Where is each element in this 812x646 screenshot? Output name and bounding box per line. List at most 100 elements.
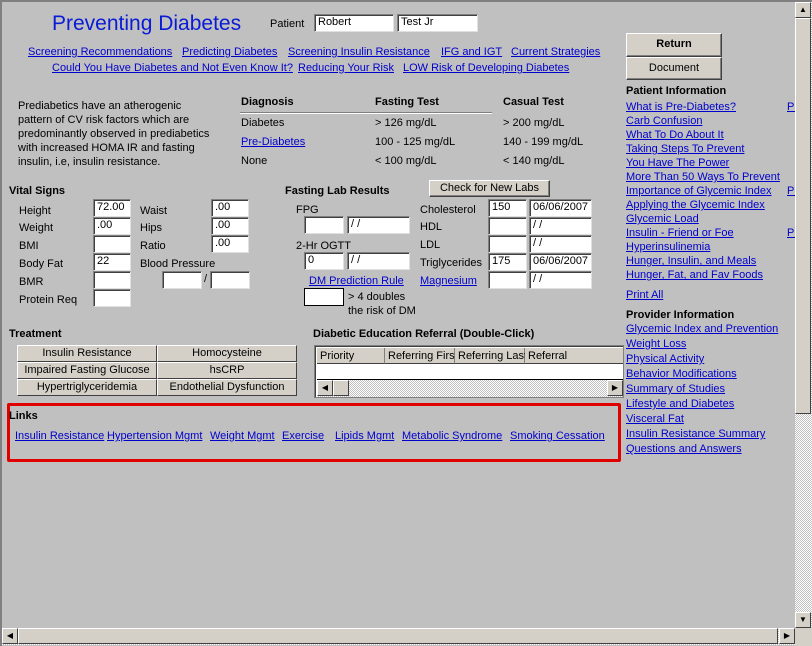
provider-link[interactable]: Questions and Answers — [626, 443, 742, 455]
bmi-field[interactable] — [93, 235, 131, 253]
bp-diastolic-field[interactable] — [210, 271, 250, 289]
link-weight-mgmt[interactable]: Weight Mgmt — [210, 430, 275, 442]
patient-information-title: Patient Information — [626, 85, 727, 97]
treatment-hscrp[interactable]: hsCRP — [157, 362, 297, 379]
link-predicting-diabetes[interactable]: Predicting Diabetes — [182, 46, 277, 58]
cholesterol-field[interactable]: 150 — [488, 199, 527, 217]
scroll-right-icon[interactable]: ▶ — [779, 628, 795, 644]
bp-separator: / — [204, 273, 208, 285]
hips-field[interactable]: .00 — [211, 217, 249, 235]
links-title: Links — [9, 410, 38, 422]
fpg-date-field[interactable]: / / — [347, 216, 410, 234]
referral-hscrollbar[interactable]: ◀ ▶ — [317, 379, 623, 397]
link-smoking-cessation[interactable]: Smoking Cessation — [510, 430, 605, 442]
patient-link[interactable]: Applying the Glycemic Index — [626, 199, 765, 211]
scroll-thumb[interactable] — [333, 380, 349, 396]
triglycerides-field[interactable]: 175 — [488, 253, 527, 271]
weight-field[interactable]: .00 — [93, 217, 131, 235]
link-current-strategies[interactable]: Current Strategies — [511, 46, 600, 58]
treatment-homocysteine[interactable]: Homocysteine — [157, 345, 297, 362]
hdl-field[interactable] — [488, 217, 527, 235]
treatment-impaired-fasting-glucose[interactable]: Impaired Fasting Glucose — [17, 362, 157, 379]
provider-link[interactable]: Glycemic Index and Prevention — [626, 323, 778, 335]
provider-link[interactable]: Visceral Fat — [626, 413, 684, 425]
column-referral[interactable]: Referral — [525, 348, 623, 364]
patient-last-name-field[interactable]: Test Jr — [397, 14, 478, 32]
patient-link[interactable]: More Than 50 Ways To Prevent — [626, 171, 780, 183]
scroll-right-icon[interactable]: ▶ — [607, 380, 623, 396]
magnesium-link[interactable]: Magnesium — [420, 275, 477, 287]
diagnosis-cell: Diabetes — [241, 117, 285, 129]
patient-link[interactable]: Taking Steps To Prevent — [626, 143, 744, 155]
patient-link[interactable]: Importance of Glycemic Index — [626, 185, 772, 197]
dm-prediction-rule-link[interactable]: DM Prediction Rule — [309, 275, 404, 287]
bp-systolic-field[interactable] — [162, 271, 202, 289]
provider-information-title: Provider Information — [626, 309, 735, 321]
dm-prediction-field[interactable] — [304, 288, 344, 306]
patient-first-name-field[interactable]: Robert — [314, 14, 394, 32]
patient-link[interactable]: Hyperinsulinemia — [626, 241, 710, 253]
treatment-hypertriglyceridemia[interactable]: Hypertriglyceridemia — [17, 379, 157, 396]
scroll-down-icon[interactable]: ▼ — [795, 612, 811, 628]
provider-link[interactable]: Insulin Resistance Summary — [626, 428, 765, 440]
column-referring-first[interactable]: Referring First — [385, 348, 458, 364]
link-low-risk[interactable]: LOW Risk of Developing Diabetes — [403, 62, 569, 74]
treatment-insulin-resistance[interactable]: Insulin Resistance — [17, 345, 157, 362]
waist-field[interactable]: .00 — [211, 199, 249, 217]
column-referring-last[interactable]: Referring Last — [455, 348, 527, 364]
scroll-left-icon[interactable]: ◀ — [2, 628, 18, 644]
patient-link[interactable]: Glycemic Load — [626, 213, 699, 225]
height-field[interactable]: 72.00 — [93, 199, 131, 217]
vertical-scroll-thumb[interactable] — [795, 18, 811, 414]
scroll-up-icon[interactable]: ▲ — [795, 2, 811, 18]
pre-diabetes-link[interactable]: Pre-Diabetes — [241, 136, 305, 148]
link-exercise[interactable]: Exercise — [282, 430, 324, 442]
link-reducing-risk[interactable]: Reducing Your Risk — [298, 62, 394, 74]
return-button[interactable]: Return — [626, 33, 722, 57]
provider-link[interactable]: Summary of Studies — [626, 383, 725, 395]
patient-link[interactable]: What is Pre-Diabetes? — [626, 101, 736, 113]
document-button[interactable]: Document — [626, 57, 722, 80]
link-metabolic-syndrome[interactable]: Metabolic Syndrome — [402, 430, 502, 442]
link-screening-recommendations[interactable]: Screening Recommendations — [28, 46, 172, 58]
print-all-link[interactable]: Print All — [626, 289, 663, 301]
referral-grid[interactable]: Priority Referring First Referring Last … — [314, 345, 624, 398]
provider-link[interactable]: Lifestyle and Diabetes — [626, 398, 734, 410]
treatment-endothelial-dysfunction[interactable]: Endothelial Dysfunction — [157, 379, 297, 396]
scroll-left-icon[interactable]: ◀ — [317, 380, 333, 396]
body-fat-field[interactable]: 22 — [93, 253, 131, 271]
link-ifg-igt[interactable]: IFG and IGT — [441, 46, 502, 58]
ldl-field[interactable] — [488, 235, 527, 253]
cholesterol-date-field[interactable]: 06/06/2007 — [529, 199, 592, 217]
protein-field[interactable] — [93, 289, 131, 307]
link-insulin-resistance[interactable]: Insulin Resistance — [15, 430, 104, 442]
fpg-field[interactable] — [304, 216, 344, 234]
link-screening-insulin-resistance[interactable]: Screening Insulin Resistance — [288, 46, 430, 58]
link-hypertension-mgmt[interactable]: Hypertension Mgmt — [107, 430, 202, 442]
fasting-cell: 100 - 125 mg/dL — [375, 136, 456, 148]
provider-link[interactable]: Weight Loss — [626, 338, 686, 350]
provider-link[interactable]: Physical Activity — [626, 353, 704, 365]
patient-link[interactable]: Hunger, Fat, and Fav Foods — [626, 269, 763, 281]
triglycerides-date-field[interactable]: 06/06/2007 — [529, 253, 592, 271]
patient-link[interactable]: What To Do About It — [626, 129, 724, 141]
link-lipids-mgmt[interactable]: Lipids Mgmt — [335, 430, 394, 442]
patient-link[interactable]: Carb Confusion — [626, 115, 702, 127]
magnesium-field[interactable] — [488, 271, 527, 289]
column-priority[interactable]: Priority — [317, 348, 385, 364]
horizontal-scroll-thumb[interactable] — [18, 628, 778, 644]
ratio-field[interactable]: .00 — [211, 235, 249, 253]
page-title: Preventing Diabetes — [52, 12, 242, 35]
patient-link[interactable]: You Have The Power — [626, 157, 729, 169]
patient-link[interactable]: Hunger, Insulin, and Meals — [626, 255, 756, 267]
link-could-you-have-diabetes[interactable]: Could You Have Diabetes and Not Even Kno… — [52, 62, 293, 74]
hdl-date-field[interactable]: / / — [529, 217, 592, 235]
ldl-date-field[interactable]: / / — [529, 235, 592, 253]
check-new-labs-button[interactable]: Check for New Labs — [429, 180, 550, 197]
patient-link[interactable]: Insulin - Friend or Foe — [626, 227, 734, 239]
provider-link[interactable]: Behavior Modifications — [626, 368, 737, 380]
magnesium-date-field[interactable]: / / — [529, 271, 592, 289]
ogtt-field[interactable]: 0 — [304, 252, 344, 270]
bmr-field[interactable] — [93, 271, 131, 289]
ogtt-date-field[interactable]: / / — [347, 252, 410, 270]
